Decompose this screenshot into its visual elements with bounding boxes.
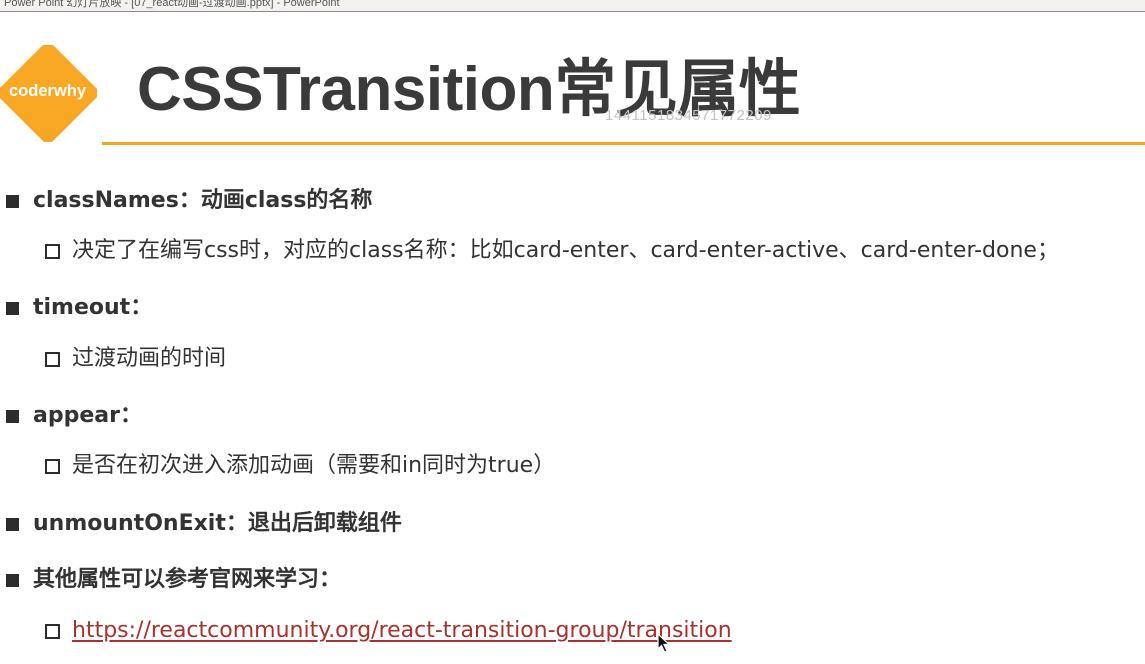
window-title-bar: Power Point 幻灯片放映 - [07_react动画-过渡动画.ppt… (0, 0, 1145, 12)
bullet-text: classNames：动画class的名称 (33, 188, 373, 213)
filled-square-icon (6, 518, 19, 531)
filled-square-icon (6, 302, 19, 315)
filled-square-icon (6, 195, 19, 208)
bullet-text: appear： (33, 403, 142, 428)
window-title: Power Point 幻灯片放映 - [07_react动画-过渡动画.ppt… (4, 0, 340, 9)
bullet-text: timeout： (33, 295, 153, 320)
watermark: 1441151834571772209 (605, 107, 772, 124)
title-underline (102, 142, 1145, 145)
hollow-square-icon (45, 624, 60, 639)
hollow-square-icon (45, 352, 60, 367)
hollow-square-icon (45, 459, 60, 474)
coderwhy-logo: coderwhy (0, 45, 97, 142)
mouse-pointer-icon (657, 633, 671, 653)
logo-text: coderwhy (8, 82, 87, 100)
sub-item-text: 过渡动画的时间 (72, 346, 227, 371)
sub-item-text: 是否在初次进入添加动画（需要和in同时为true） (72, 453, 556, 478)
bullet-text: 其他属性可以参考官网来学习： (33, 567, 342, 592)
filled-square-icon (6, 410, 19, 423)
hollow-square-icon (45, 244, 60, 259)
docs-link[interactable]: https://reactcommunity.org/react-transit… (72, 616, 732, 646)
filled-square-icon (6, 574, 19, 587)
sub-item-text: 决定了在编写css时，对应的class名称：比如card-enter、card-… (72, 238, 1059, 263)
bullet-text: unmountOnExit：退出后卸载组件 (33, 511, 402, 536)
